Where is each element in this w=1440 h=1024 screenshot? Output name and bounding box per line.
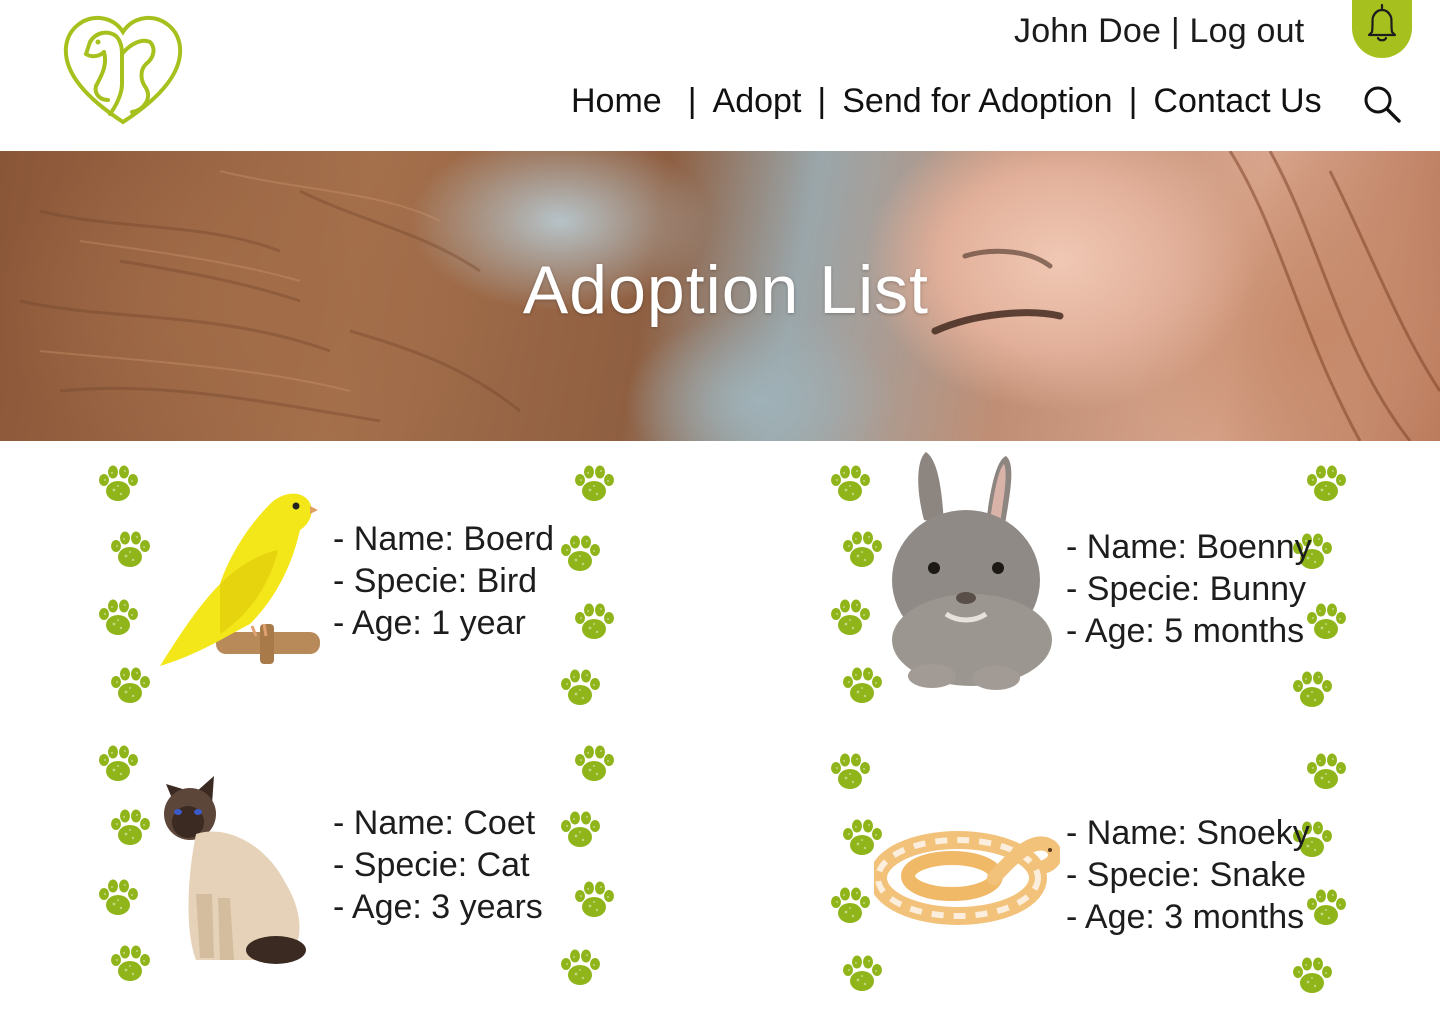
paw-print-icon: [99, 465, 138, 501]
paw-print-icon: [831, 887, 870, 923]
pet-heart-logo-icon[interactable]: [60, 14, 186, 128]
pet-card-bird[interactable]: - Name: Boerd - Specie: Bird - Age: 1 ye…: [90, 456, 630, 716]
user-separator: |: [1170, 12, 1180, 50]
pet-card-bunny[interactable]: - Name: Boenny - Specie: Bunny - Age: 5 …: [824, 448, 1354, 718]
pet-info: - Name: Snoeky - Specie: Snake - Age: 3 …: [1066, 812, 1310, 938]
paw-print-icon: [111, 667, 150, 703]
paw-print-icon: [111, 809, 150, 845]
pet-info: - Name: Boerd - Specie: Bird - Age: 1 ye…: [333, 518, 554, 644]
paw-print-icon: [575, 881, 614, 917]
paw-print-icon: [831, 599, 870, 635]
nav-separator: |: [1128, 82, 1138, 120]
paw-print-icon: [99, 745, 138, 781]
paw-print-icon: [843, 531, 882, 567]
search-icon[interactable]: [1362, 84, 1402, 124]
pet-card-snake[interactable]: - Name: Snoeky - Specie: Snake - Age: 3 …: [824, 738, 1354, 1008]
pet-age: - Age: 1 year: [333, 604, 526, 642]
paw-print-icon: [1293, 957, 1332, 993]
bell-icon: [1367, 3, 1397, 42]
paw-print-icon: [1307, 753, 1346, 789]
pet-name: - Name: Snoeky: [1066, 814, 1310, 852]
pet-age: - Age: 3 months: [1066, 898, 1305, 936]
paw-print-icon: [111, 531, 150, 567]
pet-card-cat[interactable]: - Name: Coet - Specie: Cat - Age: 3 year…: [90, 736, 630, 1006]
logout-link[interactable]: Log out: [1190, 12, 1305, 50]
pet-info: - Name: Boenny - Specie: Bunny - Age: 5 …: [1066, 526, 1312, 652]
pet-specie: - Specie: Snake: [1066, 856, 1307, 894]
pet-age: - Age: 5 months: [1066, 612, 1305, 650]
paw-print-icon: [561, 535, 600, 571]
nav-separator: |: [817, 82, 827, 120]
main-nav: Home | Adopt | Send for Adoption | Conta…: [571, 82, 1322, 121]
paw-print-icon: [99, 599, 138, 635]
rabbit-image: [892, 452, 1052, 690]
nav-home[interactable]: Home: [571, 82, 662, 121]
pet-specie: - Specie: Cat: [333, 846, 530, 884]
paw-print-icon: [1293, 671, 1332, 707]
pet-name: - Name: Boenny: [1066, 528, 1312, 566]
paw-print-icon: [843, 667, 882, 703]
user-name-link[interactable]: John Doe: [1014, 12, 1161, 50]
paw-print-icon: [575, 603, 614, 639]
nav-separator: |: [687, 82, 697, 120]
paw-print-icon: [99, 879, 138, 915]
nav-send-for-adoption[interactable]: Send for Adoption: [842, 82, 1112, 121]
siamese-cat-image: [164, 776, 306, 964]
page-title: Adoption List: [522, 252, 930, 328]
hero-banner: Adoption List: [0, 151, 1440, 441]
site-header: John Doe | Log out Home | Adopt | Send f…: [0, 0, 1440, 151]
paw-print-icon: [843, 955, 882, 991]
paw-print-icon: [561, 949, 600, 985]
user-area: John Doe | Log out: [1014, 12, 1304, 51]
paw-print-icon: [111, 945, 150, 981]
notifications-button[interactable]: [1352, 0, 1412, 58]
pet-name: - Name: Boerd: [333, 520, 555, 558]
paw-print-icon: [831, 753, 870, 789]
nav-contact-us[interactable]: Contact Us: [1153, 82, 1321, 121]
paw-print-icon: [575, 745, 614, 781]
paw-print-icon: [1307, 465, 1346, 501]
paw-print-icon: [575, 465, 614, 501]
pet-age: - Age: 3 years: [333, 888, 543, 926]
pet-specie: - Specie: Bunny: [1066, 570, 1307, 608]
snake-image: [874, 831, 1060, 925]
pet-name: - Name: Coet: [333, 804, 536, 842]
pet-info: - Name: Coet - Specie: Cat - Age: 3 year…: [333, 802, 543, 928]
paw-print-icon: [1307, 889, 1346, 925]
paw-print-icon: [561, 811, 600, 847]
nav-adopt[interactable]: Adopt: [713, 82, 802, 121]
paw-print-icon: [831, 465, 870, 501]
pet-specie: - Specie: Bird: [333, 562, 538, 600]
paw-print-icon: [561, 669, 600, 705]
canary-image: [160, 493, 320, 666]
